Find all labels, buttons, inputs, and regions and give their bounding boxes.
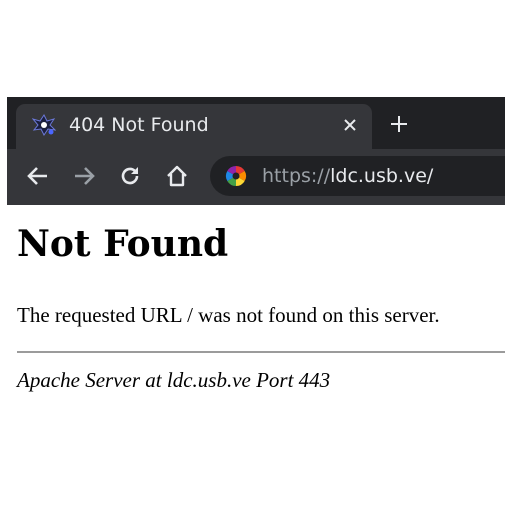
screenshot-stage: 404 Not Found https://ldc.usb.ve/ Not Fo… [0,0,512,512]
browser-window: 404 Not Found https://ldc.usb.ve/ [7,97,505,205]
reload-icon[interactable] [117,163,143,189]
browser-toolbar: https://ldc.usb.ve/ [7,149,505,205]
url-host: ldc.usb.ve/ [330,165,434,187]
tab-strip: 404 Not Found [7,97,505,149]
error-message: The requested URL / was not found on thi… [17,303,440,327]
page-content: Not Found The requested URL / was not fo… [0,205,512,512]
tab-active[interactable]: 404 Not Found [16,104,372,149]
horizontal-rule [17,351,505,353]
address-bar[interactable]: https://ldc.usb.ve/ [210,156,505,196]
colorful-wheel-icon [225,165,247,187]
tab-title: 404 Not Found [69,114,209,136]
url-scheme: https:// [262,165,331,187]
server-signature: Apache Server at ldc.usb.ve Port 443 [17,368,331,392]
close-icon[interactable] [341,116,359,134]
ldc-logo-icon [32,114,56,136]
arrow-right-icon[interactable] [71,163,97,189]
home-icon[interactable] [164,163,190,189]
url-text[interactable]: https://ldc.usb.ve/ [262,164,433,188]
page-title: Not Found [17,223,229,265]
plus-icon[interactable] [389,114,409,134]
arrow-left-icon[interactable] [25,163,51,189]
